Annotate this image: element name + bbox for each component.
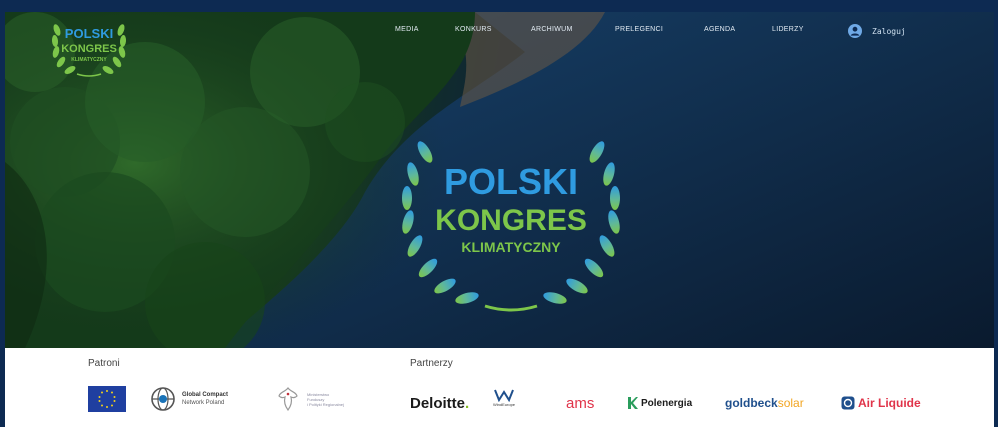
login-label: Zaloguj <box>872 26 906 36</box>
hero-banner: MEDIA KONKURS ARCHIWUM PRELEGENCI AGENDA… <box>5 12 994 348</box>
user-icon <box>848 24 862 38</box>
patrons-heading: Patroni <box>88 358 120 369</box>
polenergia-icon <box>628 397 638 409</box>
global-compact-logo[interactable]: Global Compact Network Poland <box>150 386 228 412</box>
patrons-partners-section: Patroni Partnerzy Global Compact Network… <box>5 348 994 427</box>
air-liquide-icon <box>841 396 855 410</box>
nav-item-agenda[interactable]: AGENDA <box>704 26 735 33</box>
hero-logo-line2: KONGRES <box>435 204 587 237</box>
nav-item-media[interactable]: MEDIA <box>395 26 419 33</box>
eagle-emblem-icon <box>278 387 298 412</box>
global-compact-line1: Global Compact <box>182 392 229 398</box>
polenergia-wordmark: Polenergia <box>641 397 693 409</box>
header-logo-line1: POLSKI <box>65 26 113 41</box>
global-compact-line2: Network Poland <box>182 400 225 406</box>
polenergia-logo[interactable]: Polenergia <box>628 397 692 409</box>
goldbeck-wordmark: goldbeck <box>725 396 778 410</box>
eu-flag-icon <box>88 386 126 412</box>
deloitte-dot: . <box>465 395 470 412</box>
ministry-line3: i Polityki Regionalnej <box>307 401 344 407</box>
header-logo[interactable]: POLSKI KONGRES KLIMATYCZNY <box>47 18 131 80</box>
ams-logo[interactable]: ams <box>566 395 594 412</box>
login-button[interactable]: Zaloguj <box>848 20 906 42</box>
window-right-border <box>994 0 998 427</box>
windeurope-icon <box>494 389 514 402</box>
hero-logo-line3: KLIMATYCZNY <box>461 239 561 255</box>
deloitte-logo[interactable]: Deloitte. <box>410 395 469 412</box>
nav-item-liderzy[interactable]: LIDERZY <box>772 26 804 33</box>
air-liquide-wordmark: Air Liquide <box>858 396 921 410</box>
header-logo-line3: KLIMATYCZNY <box>71 57 107 63</box>
nav-item-archiwum[interactable]: ARCHIWUM <box>531 26 573 33</box>
globe-icon <box>151 387 175 411</box>
goldbeck-solar-wordmark: solar <box>777 396 804 410</box>
eu-flag-logo[interactable] <box>88 386 126 412</box>
goldbeck-solar-logo[interactable]: goldbeck solar <box>725 396 804 410</box>
air-liquide-logo[interactable]: Air Liquide <box>841 396 921 410</box>
top-navigation: MEDIA KONKURS ARCHIWUM PRELEGENCI AGENDA… <box>5 20 994 44</box>
ams-wordmark: ams <box>566 395 595 412</box>
header-logo-line2: KONGRES <box>61 43 117 55</box>
ministry-logo[interactable]: Ministerstwo Funduszy i Polityki Regiona… <box>277 386 344 412</box>
deloitte-wordmark: Deloitte <box>410 395 466 412</box>
hero-logo-line1: POLSKI <box>444 161 578 202</box>
windeurope-wordmark: WindEurope <box>493 402 516 407</box>
windeurope-logo[interactable]: WindEurope <box>493 388 515 407</box>
hero-logo: POLSKI KONGRES KLIMATYCZNY <box>402 141 620 312</box>
window-top-border <box>0 0 998 12</box>
partners-heading: Partnerzy <box>410 358 453 369</box>
nav-item-prelegenci[interactable]: PRELEGENCI <box>615 26 663 33</box>
nav-item-konkurs[interactable]: KONKURS <box>455 26 492 33</box>
